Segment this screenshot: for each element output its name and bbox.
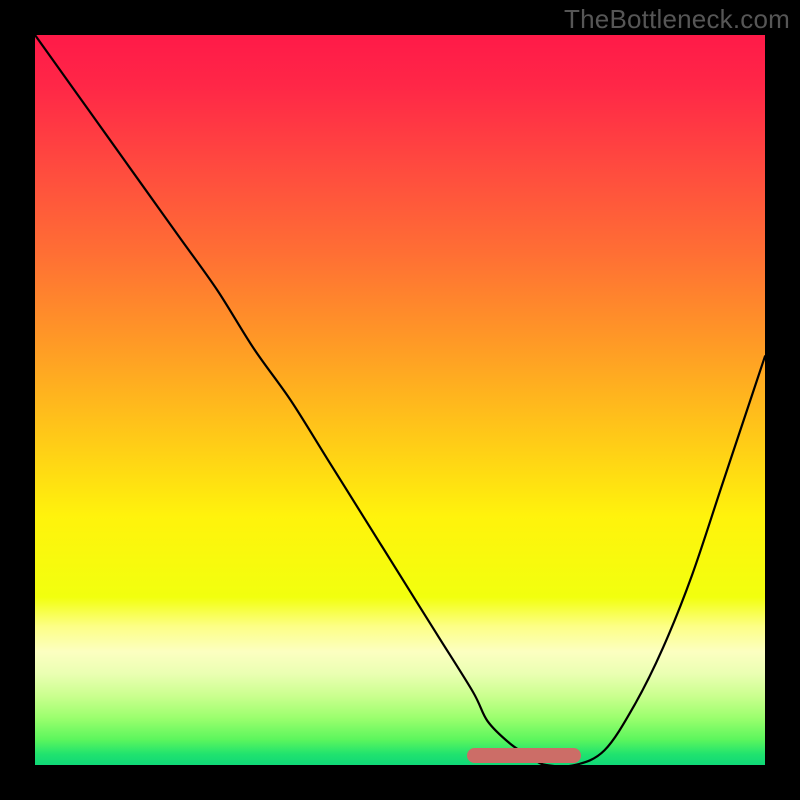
watermark-text: TheBottleneck.com <box>564 4 790 35</box>
chart-frame: TheBottleneck.com <box>0 0 800 800</box>
bottleneck-curve <box>35 35 765 765</box>
optimal-range-marker <box>467 748 581 763</box>
plot-area <box>35 35 765 765</box>
